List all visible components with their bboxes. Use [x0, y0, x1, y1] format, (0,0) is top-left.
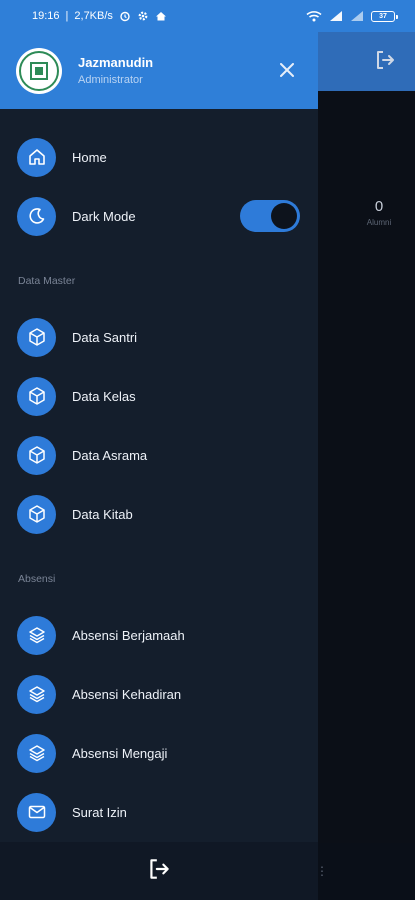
toggle-knob: [271, 203, 297, 229]
menu-label-absensi-kehadiran: Absensi Kehadiran: [72, 686, 182, 702]
status-time: 19:16: [32, 10, 60, 22]
close-icon[interactable]: [276, 59, 298, 81]
home-icon: [17, 137, 56, 177]
menu-item-data-kitab[interactable]: Data Kitab: [17, 494, 307, 534]
logout-icon[interactable]: [146, 856, 172, 887]
alarm-icon: [119, 10, 131, 22]
layers-icon: [17, 674, 56, 714]
menu-label-data-santri: Data Santri: [72, 329, 138, 345]
menu-label-dark-mode: Dark Mode: [72, 208, 136, 224]
alumni-count: 0: [374, 198, 384, 215]
status-right: 37: [306, 10, 398, 22]
home-status-icon: [155, 10, 167, 22]
user-info: Jazmanudin Administrator: [78, 55, 153, 86]
menu-item-absensi-mengaji[interactable]: Absensi Mengaji: [17, 733, 307, 773]
menu-item-home[interactable]: Home: [17, 137, 307, 177]
menu-item-absensi-berjamaah[interactable]: Absensi Berjamaah: [17, 615, 307, 655]
dark-mode-toggle[interactable]: [240, 200, 300, 232]
menu-label-data-asrama: Data Asrama: [72, 447, 148, 463]
section-absensi: Absensi: [18, 573, 56, 585]
menu-item-surat-izin[interactable]: Surat Izin: [17, 792, 307, 832]
menu-item-data-kelas[interactable]: Data Kelas: [17, 376, 307, 416]
cube-icon: [17, 376, 56, 416]
battery-level: 37: [379, 12, 387, 20]
menu-label-absensi-berjamaah: Absensi Berjamaah: [72, 627, 185, 643]
menu-label-data-kitab: Data Kitab: [72, 506, 133, 522]
cube-icon: [17, 494, 56, 534]
signal-icon-2: [350, 10, 364, 22]
layers-icon: [17, 615, 56, 655]
user-name: Jazmanudin: [78, 55, 154, 70]
status-left: 19:16 | 2,7KB/s: [32, 10, 167, 22]
drawer-footer: [0, 842, 318, 900]
avatar: [16, 47, 62, 94]
moon-icon: [17, 196, 56, 236]
menu-item-data-santri[interactable]: Data Santri: [17, 317, 307, 357]
section-data-master: Data Master: [18, 275, 76, 287]
mail-icon: [17, 792, 56, 832]
navigation-drawer: Jazmanudin Administrator Home Dark Mode …: [0, 32, 318, 842]
cube-icon: [17, 435, 56, 475]
user-role: Administrator: [78, 74, 143, 86]
layers-icon: [17, 733, 56, 773]
menu-label-data-kelas: Data Kelas: [72, 388, 136, 404]
menu-label-home: Home: [72, 149, 107, 165]
logo-icon: [19, 50, 59, 91]
battery-icon: 37: [371, 10, 398, 22]
network-speed: 2,7KB/s: [74, 10, 113, 22]
wifi-icon: [306, 10, 322, 22]
alumni-label: Alumni: [366, 218, 392, 227]
signal-icon: [329, 10, 343, 22]
menu-item-data-asrama[interactable]: Data Asrama: [17, 435, 307, 475]
cube-icon: [17, 317, 56, 357]
menu-label-surat-izin: Surat Izin: [72, 804, 127, 820]
menu-item-absensi-kehadiran[interactable]: Absensi Kehadiran: [17, 674, 307, 714]
logout-icon[interactable]: [373, 48, 397, 77]
status-bar: 19:16 | 2,7KB/s 37: [0, 0, 415, 32]
menu-label-absensi-mengaji: Absensi Mengaji: [72, 745, 168, 761]
drawer-header: Jazmanudin Administrator: [0, 32, 318, 109]
alumni-stat: 0 Alumni: [350, 198, 408, 227]
settings-icon: [137, 10, 149, 22]
